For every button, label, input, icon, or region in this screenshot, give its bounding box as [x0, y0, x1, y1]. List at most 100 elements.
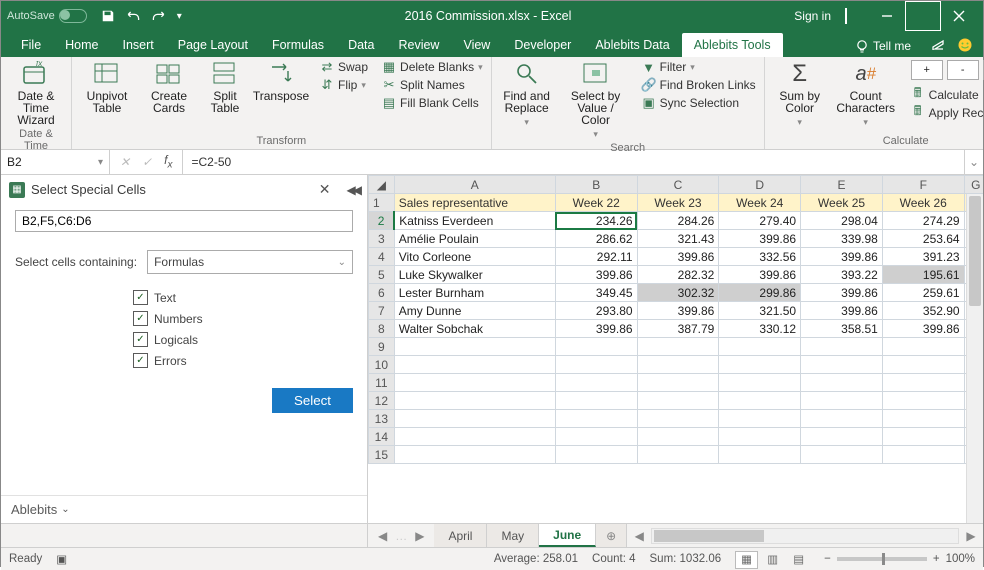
undo-icon[interactable]: [125, 9, 141, 23]
row-header-7[interactable]: 7: [369, 302, 395, 320]
calc-plus-box[interactable]: +: [911, 60, 943, 80]
row-header-10[interactable]: 10: [369, 356, 395, 374]
spreadsheet-grid[interactable]: ◢ABCDEFG1Sales representativeWeek 22Week…: [368, 175, 983, 523]
tab-page-layout[interactable]: Page Layout: [166, 33, 260, 57]
smiley-icon[interactable]: [957, 37, 973, 53]
cell-E1[interactable]: Week 25: [801, 194, 883, 212]
zoom-in-icon[interactable]: +: [933, 553, 940, 565]
check-numbers[interactable]: ✓Numbers: [133, 311, 353, 326]
share-icon[interactable]: [931, 38, 947, 52]
qat-customize-icon[interactable]: ▾: [177, 11, 182, 22]
cell-B2[interactable]: 234.26: [555, 212, 637, 230]
tab-ablebits-tools[interactable]: Ablebits Tools: [682, 33, 783, 57]
sheet-tab-april[interactable]: April: [434, 524, 487, 547]
row-header-9[interactable]: 9: [369, 338, 395, 356]
calc-minus-box[interactable]: -: [947, 60, 979, 80]
cell-D8[interactable]: 330.12: [719, 320, 801, 338]
apply-recent-button[interactable]: 🖩Apply Recent▾: [911, 106, 984, 120]
column-header-E[interactable]: E: [801, 176, 883, 194]
cell-E6[interactable]: 399.86: [801, 284, 883, 302]
save-icon[interactable]: [101, 9, 115, 23]
fx-icon[interactable]: fx: [164, 153, 172, 170]
cell-D3[interactable]: 399.86: [719, 230, 801, 248]
cell-A7[interactable]: Amy Dunne: [394, 302, 555, 320]
vertical-scrollbar[interactable]: [966, 194, 983, 523]
cell-E4[interactable]: 399.86: [801, 248, 883, 266]
sum-by-color-button[interactable]: Σ Sum by Color▾: [773, 60, 827, 128]
column-header-G[interactable]: G: [964, 176, 983, 194]
tab-home[interactable]: Home: [53, 33, 110, 57]
column-header-C[interactable]: C: [637, 176, 719, 194]
tab-view[interactable]: View: [451, 33, 502, 57]
split-table-button[interactable]: Split Table: [204, 60, 246, 114]
row-header-11[interactable]: 11: [369, 374, 395, 392]
date-time-wizard-button[interactable]: fx Date & Time Wizard: [9, 60, 63, 126]
tab-developer[interactable]: Developer: [502, 33, 583, 57]
fill-blank-cells-button[interactable]: ▤Fill Blank Cells: [382, 96, 483, 110]
cell-D7[interactable]: 321.50: [719, 302, 801, 320]
cell-F5[interactable]: 195.61: [882, 266, 964, 284]
row-header-3[interactable]: 3: [369, 230, 395, 248]
cell-E3[interactable]: 339.98: [801, 230, 883, 248]
cell-D5[interactable]: 399.86: [719, 266, 801, 284]
close-button[interactable]: [941, 1, 977, 31]
cell-D2[interactable]: 279.40: [719, 212, 801, 230]
horizontal-scrollbar[interactable]: ◀▶: [627, 524, 983, 547]
check-logicals[interactable]: ✓Logicals: [133, 332, 353, 347]
cell-E2[interactable]: 298.04: [801, 212, 883, 230]
column-header-A[interactable]: A: [394, 176, 555, 194]
row-header-4[interactable]: 4: [369, 248, 395, 266]
cell-B6[interactable]: 349.45: [555, 284, 637, 302]
flip-button[interactable]: ⇵Flip▾: [320, 78, 368, 92]
sheet-tab-june[interactable]: June: [539, 524, 596, 547]
swap-button[interactable]: ⇄Swap: [320, 60, 368, 74]
cell-E7[interactable]: 399.86: [801, 302, 883, 320]
pane-collapse-icon[interactable]: ◀◀: [347, 183, 359, 197]
ribbon-display-icon[interactable]: [845, 9, 847, 23]
row-header-1[interactable]: 1: [369, 194, 395, 212]
sign-in-link[interactable]: Sign in: [794, 9, 831, 23]
split-names-button[interactable]: ✂Split Names: [382, 78, 483, 92]
cell-F8[interactable]: 399.86: [882, 320, 964, 338]
tell-me[interactable]: Tell me: [845, 39, 921, 57]
cell-F3[interactable]: 253.64: [882, 230, 964, 248]
select-all-cell[interactable]: ◢: [369, 176, 395, 194]
sync-selection-button[interactable]: ▣Sync Selection: [642, 96, 756, 110]
row-header-14[interactable]: 14: [369, 428, 395, 446]
cell-C2[interactable]: 284.26: [637, 212, 719, 230]
tab-formulas[interactable]: Formulas: [260, 33, 336, 57]
cell-C3[interactable]: 321.43: [637, 230, 719, 248]
unpivot-table-button[interactable]: Unpivot Table: [80, 60, 134, 114]
cell-A2[interactable]: Katniss Everdeen: [394, 212, 555, 230]
redo-icon[interactable]: [151, 9, 167, 23]
find-replace-button[interactable]: Find and Replace▾: [500, 60, 554, 128]
cell-C6[interactable]: 302.32: [637, 284, 719, 302]
sheet-tab-may[interactable]: May: [487, 524, 539, 547]
cell-B7[interactable]: 293.80: [555, 302, 637, 320]
row-header-5[interactable]: 5: [369, 266, 395, 284]
row-header-15[interactable]: 15: [369, 446, 395, 464]
zoom-control[interactable]: − + 100%: [824, 553, 975, 565]
sheet-nav-next-icon[interactable]: ▶: [415, 529, 424, 543]
find-broken-links-button[interactable]: 🔗Find Broken Links: [642, 78, 756, 92]
enter-formula-icon[interactable]: ✓: [142, 155, 152, 169]
zoom-slider[interactable]: [837, 557, 927, 561]
cell-A4[interactable]: Vito Corleone: [394, 248, 555, 266]
cell-C1[interactable]: Week 23: [637, 194, 719, 212]
cell-E5[interactable]: 393.22: [801, 266, 883, 284]
column-header-B[interactable]: B: [555, 176, 637, 194]
cell-D4[interactable]: 332.56: [719, 248, 801, 266]
cell-A1[interactable]: Sales representative: [394, 194, 555, 212]
cell-B4[interactable]: 292.11: [555, 248, 637, 266]
tab-ablebits-data[interactable]: Ablebits Data: [583, 33, 681, 57]
macro-record-icon[interactable]: ▣: [56, 552, 67, 566]
check-text[interactable]: ✓Text: [133, 290, 353, 305]
autosave-toggle[interactable]: AutoSave: [7, 9, 87, 23]
cell-C8[interactable]: 387.79: [637, 320, 719, 338]
cell-F2[interactable]: 274.29: [882, 212, 964, 230]
cell-C4[interactable]: 399.86: [637, 248, 719, 266]
filter-button[interactable]: ▼Filter▾: [642, 60, 756, 74]
cancel-formula-icon[interactable]: ✕: [120, 155, 130, 169]
pane-footer[interactable]: Ablebits⌄: [1, 495, 367, 523]
cell-B5[interactable]: 399.86: [555, 266, 637, 284]
